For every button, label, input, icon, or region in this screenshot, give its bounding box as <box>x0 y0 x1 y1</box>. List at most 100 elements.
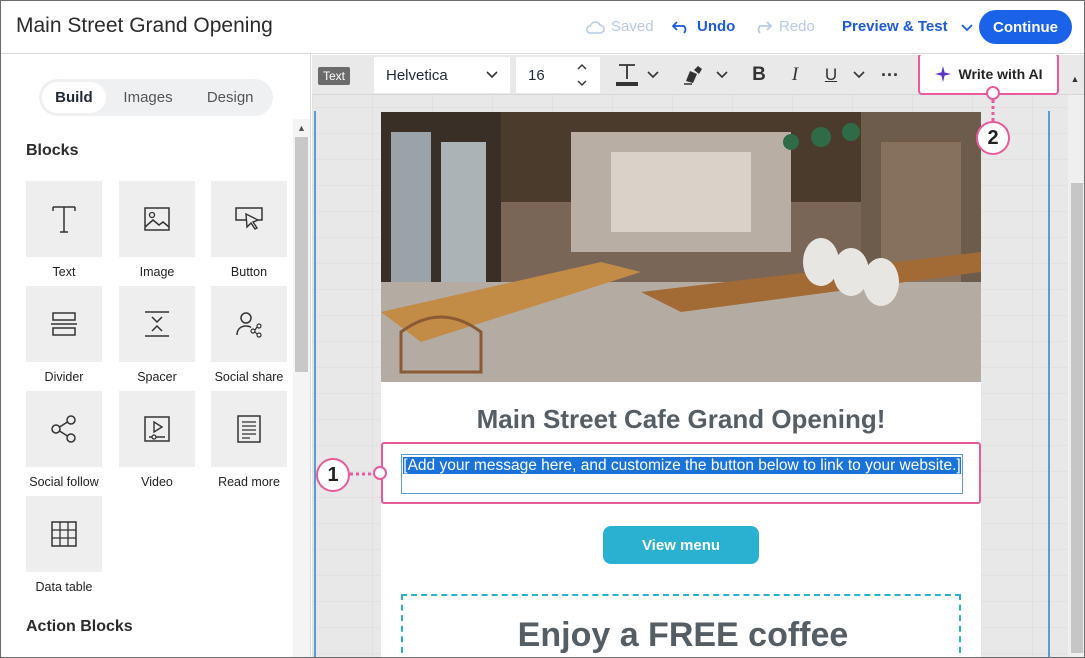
undo-icon <box>671 20 687 34</box>
write-with-ai-label: Write with AI <box>958 66 1043 82</box>
block-label: Text <box>52 265 76 279</box>
redo-label: Redo <box>779 18 815 35</box>
block-label: Social share <box>214 370 284 384</box>
italic-button[interactable]: I <box>784 63 806 87</box>
highlight-dropdown[interactable] <box>715 63 729 87</box>
chevron-down-icon <box>716 71 728 79</box>
chevron-down-icon <box>486 71 498 79</box>
undo-label: Undo <box>697 18 736 35</box>
selected-message[interactable]: [Add your message here, and customize th… <box>403 457 961 474</box>
email-heading[interactable]: Main Street Cafe Grand Opening! <box>381 404 981 435</box>
saved-label: Saved <box>611 18 654 35</box>
tab-build[interactable]: Build <box>42 82 106 113</box>
block-data-table[interactable]: Data table <box>26 496 102 594</box>
read-more-icon <box>237 415 261 443</box>
text-toolbar: Text Helvetica 16 B I U ··· Write with A… <box>312 55 1084 95</box>
view-menu-button[interactable]: View menu <box>603 526 759 564</box>
editor-canvas: Main Street Cafe Grand Opening! [Add you… <box>312 55 1084 657</box>
action-blocks-title: Action Blocks <box>26 618 133 635</box>
block-video[interactable]: Video <box>119 391 195 489</box>
sidebar: Build Images Design Blocks Text Image Bu… <box>1 54 311 657</box>
text-color-dropdown[interactable] <box>646 63 660 87</box>
text-color-button[interactable] <box>612 63 642 87</box>
font-select[interactable]: Helvetica <box>374 57 510 93</box>
sidebar-tabs: Build Images Design <box>39 79 273 116</box>
block-divider[interactable]: Divider <box>26 286 102 384</box>
underline-dropdown[interactable] <box>852 63 866 87</box>
text-icon <box>52 206 76 233</box>
scroll-up-icon[interactable]: ▲ <box>297 123 306 133</box>
header: Main Street Grand Opening Saved Undo Red… <box>1 1 1084 54</box>
callout-2-connector <box>991 100 995 122</box>
cloud-icon <box>585 20 605 34</box>
block-read-more[interactable]: Read more <box>211 391 287 489</box>
blocks-title: Blocks <box>26 142 79 159</box>
scroll-thumb[interactable] <box>295 137 308 372</box>
block-social-share[interactable]: Social share <box>211 286 287 384</box>
block-type-badge: Text <box>318 67 351 85</box>
continue-button[interactable]: Continue <box>979 10 1072 44</box>
redo-button[interactable]: Redo <box>753 18 815 35</box>
redo-icon <box>757 20 773 34</box>
block-label: Spacer <box>137 370 177 384</box>
block-text[interactable]: Text <box>26 181 102 279</box>
block-image[interactable]: Image <box>119 181 195 279</box>
chevron-down-icon <box>853 71 865 79</box>
bold-icon: B <box>752 64 766 85</box>
callout-2-anchor <box>986 86 1000 100</box>
tab-design[interactable]: Design <box>190 82 270 113</box>
canvas-scroll-up-icon[interactable]: ▲ <box>1068 67 1082 91</box>
more-options-button[interactable]: ··· <box>878 63 902 87</box>
underline-button[interactable]: U <box>820 63 842 87</box>
block-label: Video <box>141 475 173 489</box>
block-spacer[interactable]: Spacer <box>119 286 195 384</box>
sparkle-icon <box>934 66 951 82</box>
saved-status: Saved <box>585 18 654 35</box>
highlighter-icon <box>684 66 702 85</box>
text-color-icon <box>616 64 638 86</box>
callout-1-connector <box>350 472 374 476</box>
font-size-stepper[interactable]: 16 <box>516 57 600 93</box>
block-label: Social follow <box>29 475 99 489</box>
coupon-block[interactable]: Enjoy a FREE coffee <box>401 594 963 657</box>
block-label: Read more <box>218 475 280 489</box>
canvas-scrollbar[interactable] <box>1068 95 1084 657</box>
hero-image[interactable] <box>381 112 981 382</box>
video-icon <box>144 416 170 442</box>
data-table-icon <box>51 521 77 547</box>
spacer-icon <box>145 311 169 337</box>
divider-icon <box>51 312 77 336</box>
cafe-photo <box>381 112 981 382</box>
canvas-scroll-thumb[interactable] <box>1071 183 1083 653</box>
callout-1-anchor <box>373 466 387 480</box>
preview-test-button[interactable]: Preview & Test <box>842 18 974 35</box>
font-value: Helvetica <box>386 66 448 84</box>
preview-label: Preview & Test <box>842 18 948 35</box>
block-social-follow[interactable]: Social follow <box>26 391 102 489</box>
social-follow-icon <box>51 415 76 443</box>
undo-button[interactable]: Undo <box>671 18 735 35</box>
callout-2: 2 <box>976 121 1010 155</box>
italic-icon: I <box>791 64 799 85</box>
text-block-selected[interactable]: [Add your message here, and customize th… <box>381 442 981 504</box>
block-label: Data table <box>35 580 93 594</box>
button-icon <box>235 207 263 230</box>
callout-1: 1 <box>316 458 350 492</box>
chevron-down-icon <box>960 23 973 31</box>
social-share-icon <box>236 312 262 338</box>
highlight-button[interactable] <box>680 63 706 87</box>
message-text-area[interactable]: [Add your message here, and customize th… <box>401 454 963 494</box>
tab-images[interactable]: Images <box>106 82 191 113</box>
font-size-value: 16 <box>528 66 545 84</box>
coupon-heading[interactable]: Enjoy a FREE coffee <box>403 616 963 655</box>
sidebar-scrollbar[interactable]: ▲ <box>293 119 310 657</box>
bold-button[interactable]: B <box>748 63 770 87</box>
block-button[interactable]: Button <box>211 181 287 279</box>
block-label: Image <box>139 265 175 279</box>
chevron-down-icon <box>647 71 659 79</box>
image-icon <box>144 207 170 231</box>
block-label: Button <box>230 265 268 279</box>
page-title: Main Street Grand Opening <box>16 14 273 37</box>
stepper-arrows-icon[interactable] <box>576 61 588 89</box>
app-frame: Main Street Grand Opening Saved Undo Red… <box>0 0 1085 658</box>
